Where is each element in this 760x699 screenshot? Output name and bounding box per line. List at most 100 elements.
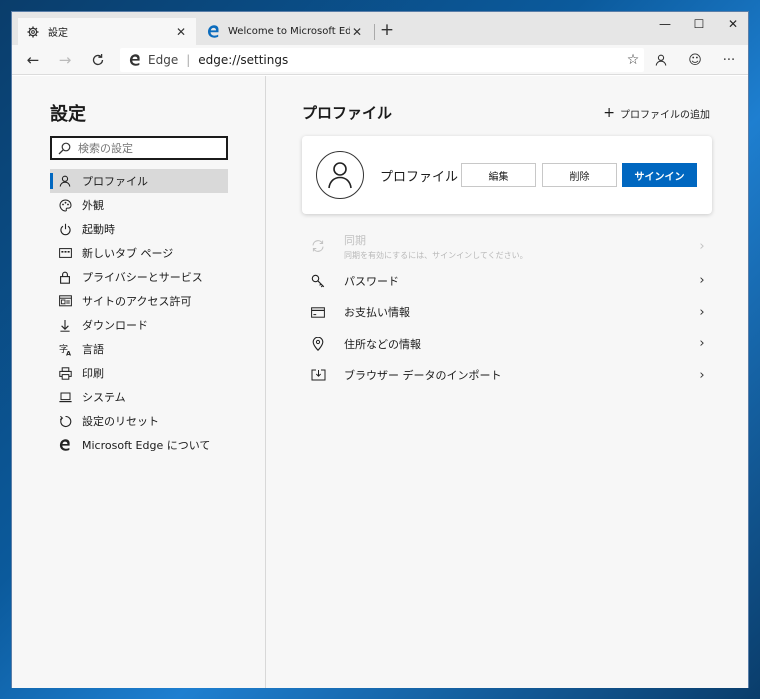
- sync-row: 同期 同期を有効にするには、サインインしてください。 ›: [302, 227, 712, 265]
- tab-divider: [374, 24, 375, 40]
- sidebar-item-reset-settings[interactable]: 設定のリセット: [50, 409, 228, 433]
- profile-settings-list: 同期 同期を有効にするには、サインインしてください。 › パスワード › お支払…: [302, 227, 712, 391]
- newtab-page-icon: [58, 246, 72, 260]
- edge-logo-icon: [206, 25, 220, 39]
- feedback-smiley-button[interactable]: ☺: [684, 50, 706, 70]
- row-passwords[interactable]: パスワード ›: [302, 265, 712, 297]
- sidebar-item-label: プロファイル: [82, 175, 148, 188]
- row-payment-info[interactable]: お支払い情報 ›: [302, 297, 712, 329]
- sidebar-nav: プロファイル 外観 起動時 新しいタブ ページ プライバシーとサービス サイトの…: [50, 169, 228, 457]
- more-menu-button[interactable]: ···: [718, 50, 740, 70]
- sidebar-item-label: 起動時: [82, 223, 115, 236]
- tab-welcome[interactable]: Welcome to Microsoft Edge Dev ✕: [198, 18, 372, 45]
- site-identity: Edge: [148, 53, 179, 67]
- address-divider: |: [186, 53, 191, 67]
- profile-card: プロファイル 1 編集 削除 サインイン: [302, 136, 712, 214]
- row-label: 住所などの情報: [344, 337, 421, 351]
- minimize-button[interactable]: —: [646, 12, 684, 36]
- sidebar-item-site-permissions[interactable]: サイトのアクセス許可: [50, 289, 228, 313]
- sidebar-item-new-tab-page[interactable]: 新しいタブ ページ: [50, 241, 228, 265]
- sign-in-button[interactable]: サインイン: [622, 163, 697, 187]
- refresh-button[interactable]: [87, 50, 109, 70]
- add-profile-button[interactable]: + プロファイルの追加: [603, 105, 710, 121]
- sidebar-item-about[interactable]: Microsoft Edge について: [50, 433, 228, 457]
- sidebar-item-label: 設定のリセット: [82, 415, 159, 428]
- profile-button[interactable]: [650, 50, 672, 70]
- plus-icon: +: [603, 105, 615, 121]
- language-icon: 字A: [58, 342, 72, 356]
- maximize-button[interactable]: ☐: [680, 12, 718, 36]
- sidebar-item-system[interactable]: システム: [50, 385, 228, 409]
- search-placeholder: 検索の設定: [78, 142, 133, 155]
- chevron-right-icon: ›: [699, 273, 705, 289]
- back-button[interactable]: ←: [22, 50, 44, 70]
- sidebar-item-languages[interactable]: 字A 言語: [50, 337, 228, 361]
- chevron-right-icon: ›: [699, 336, 705, 352]
- person-icon: [328, 162, 352, 189]
- favorite-star-icon[interactable]: ☆: [622, 52, 644, 68]
- sidebar-item-label: サイトのアクセス許可: [82, 295, 192, 308]
- edit-profile-button[interactable]: 編集: [461, 163, 536, 187]
- search-input[interactable]: 検索の設定: [50, 136, 228, 160]
- settings-sidebar: 設定 検索の設定 プロファイル 外観 起動時 新しいタブ ページ プライバシーと…: [12, 76, 266, 688]
- close-tab-icon[interactable]: ✕: [174, 25, 188, 39]
- sidebar-item-profile[interactable]: プロファイル: [50, 169, 228, 193]
- address-bar[interactable]: Edge | edge://settings ☆: [120, 48, 644, 72]
- sidebar-item-label: 言語: [82, 343, 104, 356]
- row-label: パスワード: [344, 274, 399, 288]
- reset-icon: [58, 414, 72, 428]
- sidebar-title: 設定: [50, 104, 86, 125]
- delete-profile-button[interactable]: 削除: [542, 163, 617, 187]
- sync-description: 同期を有効にするには、サインインしてください。: [344, 250, 528, 260]
- sidebar-item-downloads[interactable]: ダウンロード: [50, 313, 228, 337]
- palette-icon: [58, 198, 72, 212]
- search-icon: [58, 142, 72, 155]
- row-import-data[interactable]: ブラウザー データのインポート ›: [302, 360, 712, 392]
- key-icon: [310, 273, 326, 289]
- row-label: ブラウザー データのインポート: [344, 369, 502, 383]
- sync-icon: [310, 238, 326, 254]
- row-label: お支払い情報: [344, 306, 410, 320]
- lock-icon: [58, 270, 72, 284]
- gear-icon: [26, 25, 40, 39]
- sidebar-item-on-startup[interactable]: 起動時: [50, 217, 228, 241]
- tab-strip: 設定 ✕ Welcome to Microsoft Edge Dev ✕ + —…: [12, 12, 748, 45]
- person-icon: [58, 174, 72, 188]
- laptop-icon: [58, 390, 72, 404]
- settings-content: 設定 検索の設定 プロファイル 外観 起動時 新しいタブ ページ プライバシーと…: [12, 76, 748, 688]
- sidebar-item-label: 新しいタブ ページ: [82, 247, 174, 260]
- address-toolbar: ← → Edge | edge://settings ☆ ☺ ···: [12, 45, 748, 75]
- site-permissions-icon: [58, 294, 72, 308]
- chevron-right-icon: ›: [699, 367, 705, 383]
- close-tab-icon[interactable]: ✕: [350, 25, 364, 39]
- close-window-button[interactable]: ✕: [714, 12, 752, 36]
- sidebar-item-label: ダウンロード: [82, 319, 148, 332]
- tab-settings[interactable]: 設定 ✕: [18, 18, 196, 45]
- sidebar-item-appearance[interactable]: 外観: [50, 193, 228, 217]
- person-icon: [655, 54, 667, 66]
- sync-label: 同期: [344, 233, 366, 247]
- svg-text:A: A: [66, 349, 71, 356]
- profile-name: プロファイル 1: [380, 170, 471, 185]
- avatar: [316, 151, 364, 199]
- tab-label: 設定: [48, 28, 68, 39]
- chevron-right-icon: ›: [699, 304, 705, 320]
- sidebar-item-label: 外観: [82, 199, 104, 212]
- sidebar-item-printers[interactable]: 印刷: [50, 361, 228, 385]
- power-icon: [58, 222, 72, 236]
- credit-card-icon: [310, 304, 326, 320]
- sidebar-item-label: 印刷: [82, 367, 104, 380]
- import-icon: [310, 367, 326, 383]
- url-text[interactable]: edge://settings: [198, 53, 622, 67]
- new-tab-button[interactable]: +: [377, 20, 397, 42]
- sidebar-item-privacy[interactable]: プライバシーとサービス: [50, 265, 228, 289]
- download-icon: [58, 318, 72, 332]
- sidebar-item-label: システム: [82, 391, 126, 404]
- location-pin-icon: [310, 336, 326, 352]
- sidebar-item-label: プライバシーとサービス: [82, 271, 203, 284]
- browser-window: 設定 ✕ Welcome to Microsoft Edge Dev ✕ + —…: [11, 11, 749, 688]
- forward-button[interactable]: →: [54, 50, 76, 70]
- edge-logo-icon: [128, 53, 142, 67]
- chevron-right-icon: ›: [699, 238, 705, 254]
- row-addresses[interactable]: 住所などの情報 ›: [302, 328, 712, 360]
